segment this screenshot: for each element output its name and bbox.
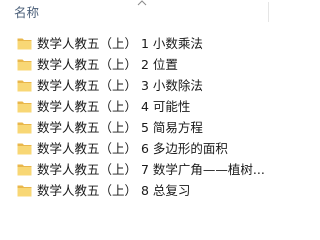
folder-icon xyxy=(17,59,32,71)
column-divider[interactable] xyxy=(268,2,269,22)
list-item[interactable]: 数学人教五（上） 8 总复习 xyxy=(0,181,272,201)
list-item[interactable]: 数学人教五（上） 6 多边形的面积 xyxy=(0,139,272,159)
folder-icon xyxy=(17,164,32,176)
column-header-bar: 名称 xyxy=(0,0,272,30)
folder-name: 数学人教五（上） 5 简易方程 xyxy=(37,120,203,135)
list-item[interactable]: 数学人教五（上） 4 可能性 xyxy=(0,97,272,117)
folder-icon xyxy=(17,143,32,155)
folder-name: 数学人教五（上） 3 小数除法 xyxy=(37,78,203,93)
folder-name: 数学人教五（上） 7 数学广角——植树... xyxy=(37,162,265,177)
folder-icon xyxy=(17,185,32,197)
folder-name: 数学人教五（上） 4 可能性 xyxy=(37,99,191,114)
chevron-up-icon[interactable] xyxy=(136,0,148,8)
folder-name: 数学人教五（上） 6 多边形的面积 xyxy=(37,141,228,156)
folder-icon xyxy=(17,122,32,134)
name-column-header[interactable]: 名称 xyxy=(14,5,39,21)
folder-icon xyxy=(17,101,32,113)
folder-name: 数学人教五（上） 8 总复习 xyxy=(37,183,191,198)
folder-icon xyxy=(17,80,32,92)
folder-name: 数学人教五（上） 1 小数乘法 xyxy=(37,36,203,51)
list-item[interactable]: 数学人教五（上） 1 小数乘法 xyxy=(0,34,272,54)
list-item[interactable]: 数学人教五（上） 7 数学广角——植树... xyxy=(0,160,272,180)
list-item[interactable]: 数学人教五（上） 2 位置 xyxy=(0,55,272,75)
folder-icon xyxy=(17,38,32,50)
list-item[interactable]: 数学人教五（上） 3 小数除法 xyxy=(0,76,272,96)
list-item[interactable]: 数学人教五（上） 5 简易方程 xyxy=(0,118,272,138)
folder-name: 数学人教五（上） 2 位置 xyxy=(37,57,178,72)
